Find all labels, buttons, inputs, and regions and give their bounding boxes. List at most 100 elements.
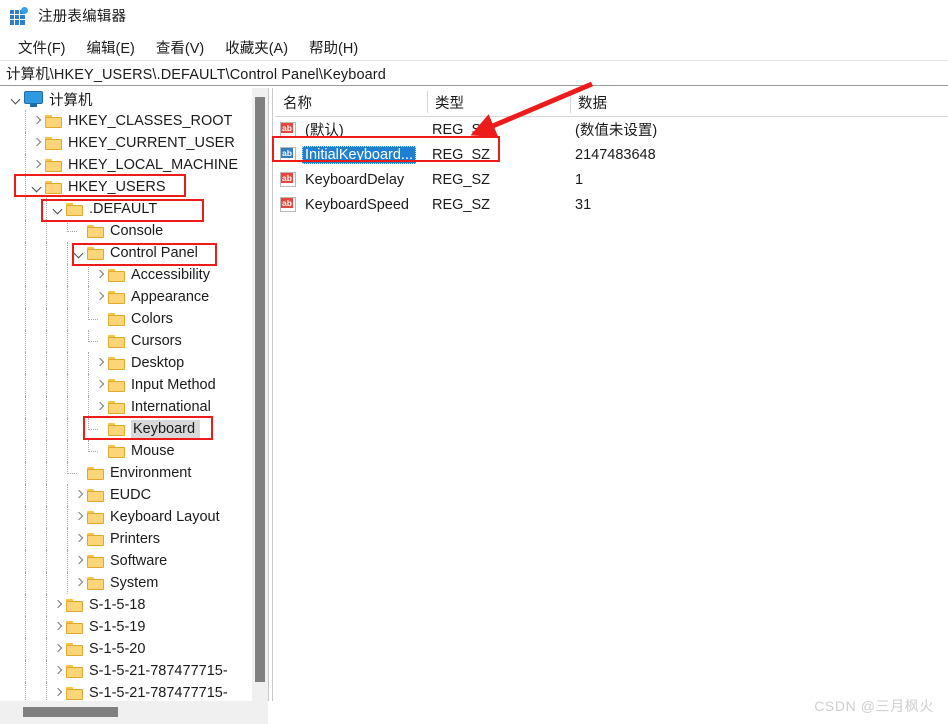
folder-icon (108, 444, 125, 458)
tree-vertical-scroll-thumb[interactable] (255, 97, 265, 682)
value-row[interactable]: ab InitialKeyboard... REG_SZ 2147483648 (275, 142, 948, 167)
chevron-right-icon[interactable] (71, 487, 87, 503)
tree-guide-line (25, 484, 27, 506)
tree-guide-line (67, 440, 69, 462)
tree-item-label: HKEY_CURRENT_USER (68, 135, 235, 151)
tree-item-printers[interactable]: Printers (0, 528, 248, 550)
chevron-down-icon[interactable] (71, 245, 87, 261)
tree-item-environment[interactable]: Environment (0, 462, 248, 484)
tree-item-label: HKEY_CLASSES_ROOT (68, 113, 233, 129)
tree-item-label: Accessibility (131, 267, 210, 283)
tree-item-default[interactable]: .DEFAULT (0, 198, 248, 220)
column-header-type[interactable]: 类型 (427, 88, 570, 116)
chevron-right-icon[interactable] (71, 575, 87, 591)
folder-icon (66, 620, 83, 634)
tree-item-label: 计算机 (49, 92, 93, 109)
tree-guide-line (88, 396, 90, 418)
chevron-right-icon[interactable] (50, 685, 66, 701)
registry-tree-panel[interactable]: 计算机 HKEY_CLASSES_ROOT HKEY_CURRENT_USER HKE… (0, 88, 252, 701)
tree-guide-line (67, 418, 69, 440)
tree-item-international[interactable]: International (0, 396, 248, 418)
chevron-down-icon[interactable] (50, 201, 66, 217)
folder-icon (108, 312, 125, 326)
tree-guide-line (25, 440, 27, 462)
tree-item-system[interactable]: System (0, 572, 248, 594)
value-data: 2147483648 (575, 146, 656, 163)
tree-item-accessibility[interactable]: Accessibility (0, 264, 248, 286)
menu-help[interactable]: 帮助(H) (299, 35, 369, 60)
column-header-data[interactable]: 数据 (570, 88, 948, 116)
tree-item-keyboard[interactable]: Keyboard (0, 418, 248, 440)
chevron-right-icon[interactable] (29, 113, 45, 129)
tree-guide-line (46, 550, 48, 572)
folder-icon (108, 356, 125, 370)
chevron-right-icon[interactable] (50, 663, 66, 679)
chevron-right-icon[interactable] (92, 377, 108, 393)
tree-item-eudc[interactable]: EUDC (0, 484, 248, 506)
tree-vertical-scrollbar[interactable] (252, 88, 268, 701)
tree-item-cursors[interactable]: Cursors (0, 330, 248, 352)
tree-item-label: International (131, 399, 211, 415)
tree-item-software[interactable]: Software (0, 550, 248, 572)
menu-favorites[interactable]: 收藏夹(A) (215, 35, 299, 60)
registry-tree[interactable]: 计算机 HKEY_CLASSES_ROOT HKEY_CURRENT_USER HKE… (0, 88, 248, 701)
tree-guide-line (25, 594, 27, 616)
chevron-right-icon[interactable] (29, 157, 45, 173)
chevron-right-icon[interactable] (50, 619, 66, 635)
tree-item-control-panel[interactable]: Control Panel (0, 242, 248, 264)
value-row[interactable]: ab (默认) REG_SZ (数值未设置) (275, 117, 948, 142)
tree-item-label: Keyboard Layout (110, 509, 220, 525)
chevron-right-icon[interactable] (92, 399, 108, 415)
tree-guide-line (25, 286, 27, 308)
value-list-body[interactable]: ab (默认) REG_SZ (数值未设置) ab InitialKeyboard... R… (275, 117, 948, 217)
value-name: KeyboardDelay (305, 171, 405, 188)
tree-item-s-1-5-19[interactable]: S-1-5-19 (0, 616, 248, 638)
tree-item-appearance[interactable]: Appearance (0, 286, 248, 308)
chevron-right-icon[interactable] (29, 135, 45, 151)
tree-item-[interactable]: 计算机 (0, 88, 248, 110)
chevron-right-icon[interactable] (50, 597, 66, 613)
tree-item-input-method[interactable]: Input Method (0, 374, 248, 396)
tree-item-hkey-classes-root[interactable]: HKEY_CLASSES_ROOT (0, 110, 248, 132)
registry-value-panel[interactable]: 名称 类型 数据 ab (默认) REG_SZ (数值未设置) ab InitialKey… (275, 88, 948, 724)
chevron-right-icon[interactable] (71, 553, 87, 569)
tree-item-label: Printers (110, 531, 160, 547)
tree-item-hkey-local-machine[interactable]: HKEY_LOCAL_MACHINE (0, 154, 248, 176)
chevron-right-icon[interactable] (71, 531, 87, 547)
tree-item-keyboard-layout[interactable]: Keyboard Layout (0, 506, 248, 528)
panel-splitter[interactable] (268, 88, 269, 724)
folder-icon (108, 334, 125, 348)
twisty-spacer (71, 465, 87, 481)
column-header-name[interactable]: 名称 (275, 88, 427, 116)
tree-guide-line (25, 396, 27, 418)
chevron-down-icon[interactable] (8, 91, 24, 107)
menu-view[interactable]: 查看(V) (146, 35, 215, 60)
tree-item-colors[interactable]: Colors (0, 308, 248, 330)
chevron-right-icon[interactable] (71, 509, 87, 525)
tree-item-console[interactable]: Console (0, 220, 248, 242)
chevron-right-icon[interactable] (92, 267, 108, 283)
chevron-right-icon[interactable] (50, 641, 66, 657)
chevron-right-icon[interactable] (92, 355, 108, 371)
value-row[interactable]: ab KeyboardSpeed REG_SZ 31 (275, 192, 948, 217)
tree-item-s-1-5-21-787477715[interactable]: S-1-5-21-787477715- (0, 682, 248, 701)
tree-item-s-1-5-20[interactable]: S-1-5-20 (0, 638, 248, 660)
tree-item-hkey-users[interactable]: HKEY_USERS (0, 176, 248, 198)
tree-horizontal-scrollbar[interactable] (0, 701, 268, 724)
value-row[interactable]: ab KeyboardDelay REG_SZ 1 (275, 167, 948, 192)
tree-horizontal-scroll-thumb[interactable] (23, 707, 118, 717)
tree-item-mouse[interactable]: Mouse (0, 440, 248, 462)
chevron-down-icon[interactable] (29, 179, 45, 195)
tree-item-s-1-5-21-787477715[interactable]: S-1-5-21-787477715- (0, 660, 248, 682)
menu-edit[interactable]: 编辑(E) (77, 35, 146, 60)
tree-item-label: Keyboard (131, 420, 201, 438)
menu-file[interactable]: 文件(F) (8, 35, 77, 60)
tree-item-s-1-5-18[interactable]: S-1-5-18 (0, 594, 248, 616)
tree-item-desktop[interactable]: Desktop (0, 352, 248, 374)
chevron-right-icon[interactable] (92, 289, 108, 305)
tree-guide-line (25, 550, 27, 572)
tree-item-hkey-current-user[interactable]: HKEY_CURRENT_USER (0, 132, 248, 154)
folder-icon (87, 510, 104, 524)
address-bar[interactable]: 计算机\HKEY_USERS\.DEFAULT\Control Panel\Ke… (0, 60, 948, 86)
tree-guide-line (88, 286, 90, 308)
